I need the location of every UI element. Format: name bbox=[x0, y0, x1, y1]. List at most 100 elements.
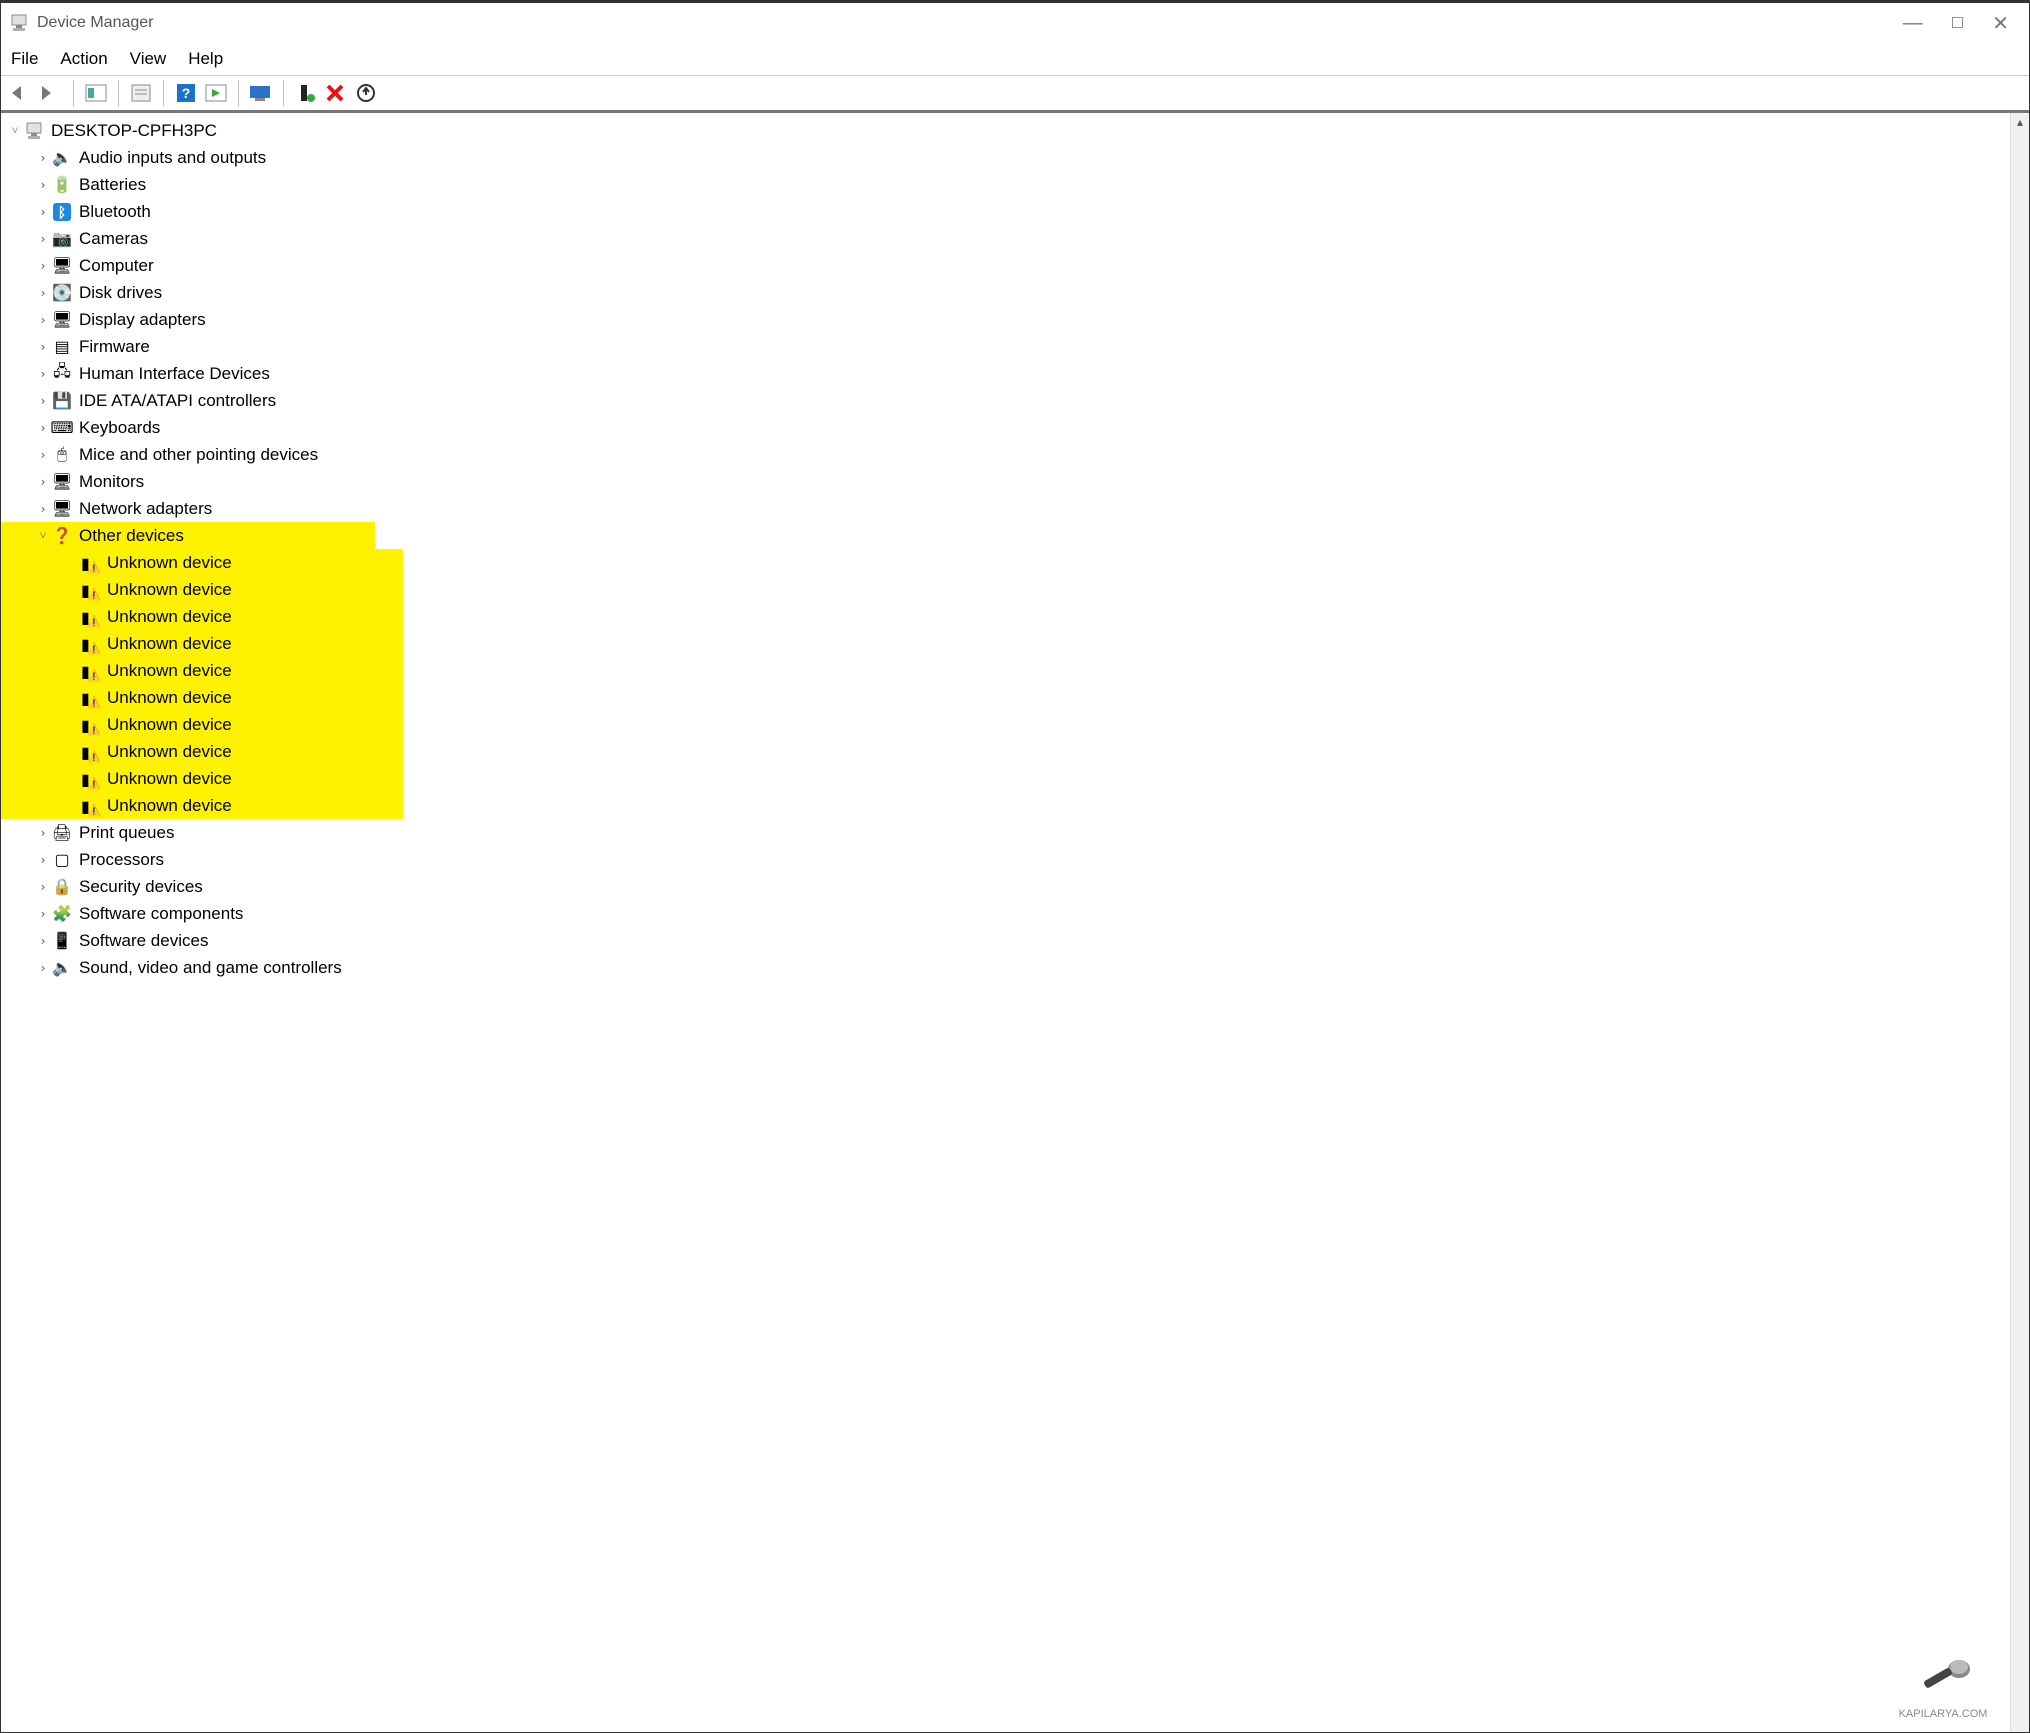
tree-category[interactable]: Keyboards bbox=[79, 418, 160, 438]
tree-chevron[interactable]: › bbox=[35, 502, 51, 516]
category-icon: 🖱 bbox=[51, 444, 73, 466]
tree-category[interactable]: Monitors bbox=[79, 472, 144, 492]
forward-button[interactable] bbox=[37, 80, 65, 106]
help-button[interactable]: ? bbox=[172, 80, 200, 106]
tree-category[interactable]: Cameras bbox=[79, 229, 148, 249]
category-icon: 📱 bbox=[51, 930, 73, 952]
tree-chevron[interactable]: › bbox=[35, 421, 51, 435]
tree-chevron[interactable]: › bbox=[35, 853, 51, 867]
computer-icon bbox=[23, 120, 45, 142]
tree-chevron[interactable]: › bbox=[35, 448, 51, 462]
tree-category[interactable]: Mice and other pointing devices bbox=[79, 445, 318, 465]
tree-category[interactable]: Human Interface Devices bbox=[79, 364, 270, 384]
tree-item-unknown-device[interactable]: Unknown device bbox=[107, 742, 232, 762]
tree-item-unknown-device[interactable]: Unknown device bbox=[107, 553, 232, 573]
tree-category[interactable]: Firmware bbox=[79, 337, 150, 357]
tree-category[interactable]: Bluetooth bbox=[79, 202, 151, 222]
tree-chevron[interactable]: › bbox=[35, 151, 51, 165]
tree-category[interactable]: Sound, video and game controllers bbox=[79, 958, 342, 978]
menu-view[interactable]: View bbox=[130, 49, 167, 69]
tree-category[interactable]: Software components bbox=[79, 904, 243, 924]
tree-chevron[interactable]: › bbox=[35, 394, 51, 408]
tree-category[interactable]: Software devices bbox=[79, 931, 208, 951]
tree-item-unknown-device[interactable]: Unknown device bbox=[107, 769, 232, 789]
tree-category[interactable]: Batteries bbox=[79, 175, 146, 195]
tree-chevron[interactable]: › bbox=[35, 907, 51, 921]
category-icon: 🔒 bbox=[51, 876, 73, 898]
tree-chevron[interactable]: › bbox=[35, 961, 51, 975]
tree-chevron[interactable]: › bbox=[35, 232, 51, 246]
category-icon: 🔈 bbox=[51, 147, 73, 169]
tree-item-unknown-device[interactable]: Unknown device bbox=[107, 715, 232, 735]
tree-category[interactable]: Network adapters bbox=[79, 499, 212, 519]
unknown-device-icon: ▮ ⚠️ bbox=[79, 606, 101, 628]
tree-chevron[interactable]: › bbox=[35, 313, 51, 327]
category-icon: 🖧 bbox=[51, 363, 73, 385]
maximize-button[interactable]: ☐ bbox=[1951, 14, 1964, 32]
tree-category[interactable]: Processors bbox=[79, 850, 164, 870]
window-title: Device Manager bbox=[37, 14, 154, 32]
category-icon: 🖥 bbox=[51, 471, 73, 493]
tree-chevron[interactable]: › bbox=[35, 934, 51, 948]
scrollbar[interactable]: ▴ bbox=[2010, 113, 2029, 1732]
tree-chevron[interactable]: › bbox=[35, 826, 51, 840]
tree-item-unknown-device[interactable]: Unknown device bbox=[107, 580, 232, 600]
tree-chevron-root[interactable]: ˅ bbox=[7, 123, 23, 138]
back-button[interactable] bbox=[7, 80, 35, 106]
tree-chevron[interactable]: › bbox=[35, 286, 51, 300]
svg-text:?: ? bbox=[182, 85, 191, 101]
tree-chevron[interactable]: › bbox=[35, 475, 51, 489]
category-icon: ⌨ bbox=[51, 417, 73, 439]
tree-chevron[interactable]: › bbox=[35, 367, 51, 381]
tree-item-unknown-device[interactable]: Unknown device bbox=[107, 688, 232, 708]
category-icon: 📷 bbox=[51, 228, 73, 250]
show-hidden-button[interactable] bbox=[202, 80, 230, 106]
tree-item-unknown-device[interactable]: Unknown device bbox=[107, 796, 232, 816]
close-button[interactable]: ✕ bbox=[1992, 11, 2009, 36]
scroll-up-button[interactable]: ▴ bbox=[2011, 113, 2029, 131]
unknown-device-icon: ▮ ⚠️ bbox=[79, 552, 101, 574]
menu-file[interactable]: File bbox=[11, 49, 38, 69]
unknown-device-icon: ▮ ⚠️ bbox=[79, 687, 101, 709]
tree-category[interactable]: Security devices bbox=[79, 877, 203, 897]
unknown-device-icon: ▮ ⚠️ bbox=[79, 795, 101, 817]
category-icon: 💾 bbox=[51, 390, 73, 412]
tree-category[interactable]: IDE ATA/ATAPI controllers bbox=[79, 391, 276, 411]
tree-category[interactable]: Computer bbox=[79, 256, 154, 276]
unknown-device-icon: ▮ ⚠️ bbox=[79, 741, 101, 763]
category-icon: ▤ bbox=[51, 336, 73, 358]
remove-device-button[interactable] bbox=[322, 80, 350, 106]
tree-item-unknown-device[interactable]: Unknown device bbox=[107, 661, 232, 681]
category-icon: 💽 bbox=[51, 282, 73, 304]
update-driver-button[interactable] bbox=[352, 80, 380, 106]
menu-help[interactable]: Help bbox=[188, 49, 223, 69]
category-icon: 🧩 bbox=[51, 903, 73, 925]
tree-category[interactable]: Print queues bbox=[79, 823, 174, 843]
tree-category[interactable]: Other devices bbox=[79, 526, 184, 546]
minimize-button[interactable]: — bbox=[1903, 12, 1923, 35]
add-legacy-button[interactable] bbox=[292, 80, 320, 106]
properties-button[interactable] bbox=[127, 80, 155, 106]
tree-chevron[interactable]: › bbox=[35, 340, 51, 354]
unknown-device-icon: ▮ ⚠️ bbox=[79, 714, 101, 736]
scan-hardware-button[interactable] bbox=[247, 80, 275, 106]
category-icon: 🖥 bbox=[51, 309, 73, 331]
menu-action[interactable]: Action bbox=[60, 49, 107, 69]
tree-category[interactable]: Audio inputs and outputs bbox=[79, 148, 266, 168]
tree-category[interactable]: Display adapters bbox=[79, 310, 206, 330]
tree-item-unknown-device[interactable]: Unknown device bbox=[107, 607, 232, 627]
tree-category[interactable]: Disk drives bbox=[79, 283, 162, 303]
tree-chevron[interactable]: › bbox=[35, 205, 51, 219]
tree-chevron[interactable]: › bbox=[35, 178, 51, 192]
tree-chevron[interactable]: › bbox=[35, 880, 51, 894]
tree-chevron[interactable]: ˅ bbox=[35, 528, 51, 543]
category-icon: 🖥 bbox=[51, 498, 73, 520]
category-icon: ❓ bbox=[51, 525, 73, 547]
tree-root[interactable]: DESKTOP-CPFH3PC bbox=[51, 121, 217, 141]
app-icon bbox=[9, 13, 29, 33]
category-icon: 🔈 bbox=[51, 957, 73, 979]
tree-chevron[interactable]: › bbox=[35, 259, 51, 273]
show-hide-tree-button[interactable] bbox=[82, 80, 110, 106]
category-icon: ᛒ bbox=[51, 201, 73, 223]
tree-item-unknown-device[interactable]: Unknown device bbox=[107, 634, 232, 654]
